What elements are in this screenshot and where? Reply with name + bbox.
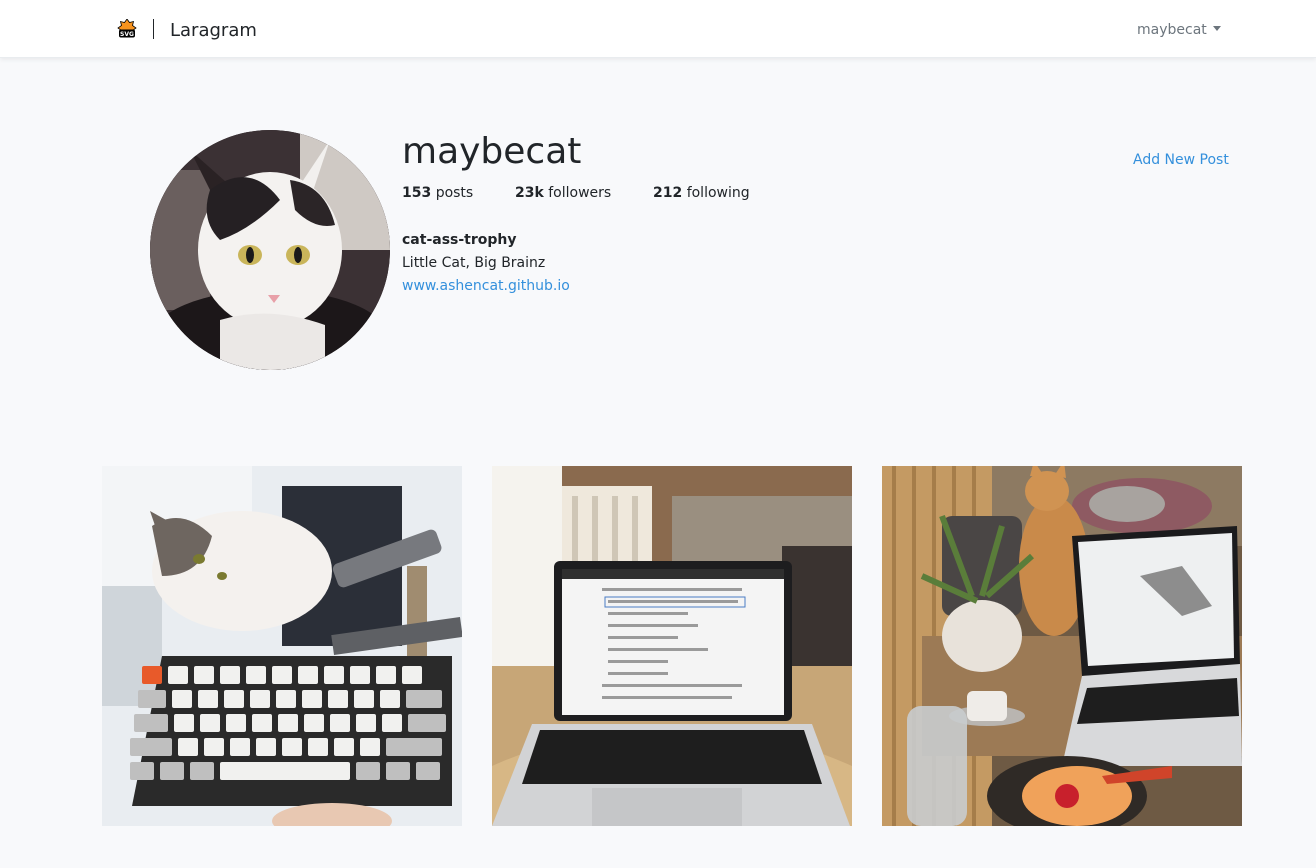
stat-followers[interactable]: 23k followers	[515, 184, 611, 202]
brand-name[interactable]: Laragram	[170, 20, 257, 42]
following-label: following	[686, 185, 750, 201]
post-thumbnail[interactable]	[492, 466, 852, 826]
navbar-divider	[153, 19, 154, 39]
caret-down-icon	[1212, 26, 1221, 31]
add-new-post-link[interactable]: Add New Post	[1133, 151, 1229, 169]
bio-description: Little Cat, Big Brainz	[402, 255, 546, 271]
posts-label: posts	[435, 185, 474, 201]
following-count: 212	[653, 185, 683, 201]
posts-count: 153	[402, 185, 432, 201]
post-thumbnail[interactable]	[102, 466, 462, 826]
navbar: SVG Laragram maybecat	[0, 0, 1316, 58]
user-menu-dropdown[interactable]: maybecat	[1137, 21, 1221, 39]
logo-text: SVG	[120, 31, 134, 38]
user-menu-label: maybecat	[1137, 22, 1207, 38]
profile-username: maybecat	[402, 131, 582, 172]
stat-posts: 153 posts	[402, 184, 473, 202]
svg-logo-icon[interactable]: SVG	[117, 18, 137, 39]
stat-following[interactable]: 212 following	[653, 184, 750, 202]
followers-count: 23k	[515, 185, 544, 201]
followers-label: followers	[548, 185, 612, 201]
bio-website-link[interactable]: www.ashencat.github.io	[402, 277, 570, 295]
bio-title: cat-ass-trophy	[402, 232, 517, 248]
post-thumbnail[interactable]	[882, 466, 1242, 826]
profile-avatar	[150, 130, 390, 370]
